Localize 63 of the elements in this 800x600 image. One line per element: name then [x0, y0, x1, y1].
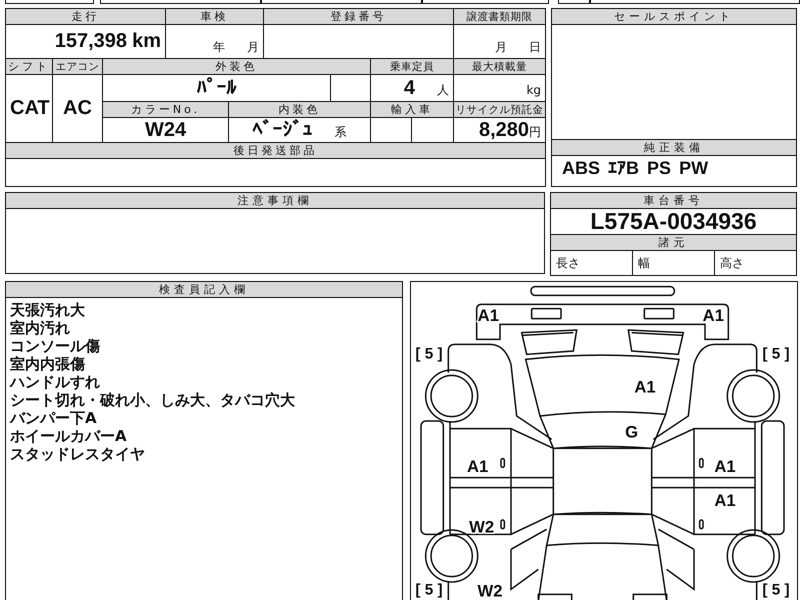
unit-label: kg: [526, 82, 542, 96]
damage-code: A1: [466, 456, 488, 476]
column-header: 輸入車: [370, 102, 454, 118]
damage-code: A1: [634, 377, 656, 396]
unit-label: 月: [495, 40, 508, 54]
damage-code: W2: [477, 581, 502, 600]
unit-label: 年: [213, 40, 226, 54]
column-header: 後日発送部品: [6, 142, 546, 158]
column-header: 走行: [6, 8, 166, 24]
note-line: 室内内張傷: [10, 355, 86, 373]
column-header: シフト: [6, 58, 52, 74]
column-header: 車検: [166, 8, 264, 24]
unit-label: 系: [334, 125, 347, 139]
section-header: セールスポイント: [552, 9, 796, 25]
tire-depth-reading: [ 5 ]: [762, 345, 790, 362]
unit-label: 日: [529, 40, 542, 54]
column-header: 外装色: [102, 58, 371, 74]
section-header: 検査員記入欄: [6, 282, 402, 298]
spec-cell: 幅: [633, 251, 715, 275]
damage-code: A1: [702, 306, 724, 324]
damage-code: G: [624, 422, 638, 442]
interior-color-value: ﾍﾞｰｼﾞｭ: [252, 119, 313, 141]
spec-cell-text: 高さ: [719, 255, 745, 272]
mileage-value: 157,398: [54, 30, 128, 52]
section-header: 純正装備: [552, 139, 796, 156]
column-header: 最大積載量: [454, 58, 546, 74]
tire-depth-reading: [ 5 ]: [414, 580, 442, 598]
equipment-item: ABS: [562, 158, 600, 179]
note-line: シート切れ・破れ小、しみ大、タバコ穴大: [10, 391, 296, 409]
unit-label: km: [132, 30, 162, 52]
column-header: 内装色: [228, 102, 371, 118]
column-header: リサイクル預託金: [454, 102, 546, 118]
column-header: 譲渡書類期限: [454, 8, 546, 24]
damage-code: A1: [714, 490, 736, 510]
note-line: 室内汚れ: [10, 319, 71, 337]
damage-code: A1: [714, 456, 736, 476]
section-header: 注意事項欄: [6, 193, 544, 209]
spec-cell: 長さ: [551, 251, 633, 275]
equipment-item: PS: [647, 158, 672, 179]
chassis-number: L575A-0034936: [589, 209, 758, 234]
section-header: 車台番号: [551, 193, 796, 209]
note-line: 天張汚れ大: [10, 301, 86, 319]
note-line: ホイールカバーA: [10, 427, 128, 445]
capacity-value: 4: [404, 76, 416, 98]
equipment-item: PW: [679, 158, 708, 179]
column-header: エアコン: [52, 58, 102, 74]
unit-label: 人: [437, 82, 450, 96]
column-header: カラーNo.: [102, 102, 229, 118]
note-line: スタッドレスタイヤ: [10, 445, 146, 463]
note-line: コンソール傷: [10, 337, 101, 355]
tire-depth-reading: [ 5 ]: [414, 345, 442, 362]
recycle-fee-value: 8,280: [478, 118, 530, 140]
unit-label: 円: [529, 124, 542, 138]
column-header: 乗車定員: [370, 58, 454, 74]
note-line: バンパー下A: [10, 409, 98, 427]
damage-code: A1: [477, 306, 498, 324]
tire-depth-reading: [ 5 ]: [762, 580, 790, 598]
section-header: 諸元: [551, 234, 796, 251]
unit-label: 月: [247, 40, 260, 54]
equipment-item: ｴｱB: [608, 158, 640, 179]
note-line: ハンドルすれ: [10, 373, 101, 391]
damage-code: W2: [468, 517, 494, 536]
column-header: 登録番号: [264, 8, 454, 24]
